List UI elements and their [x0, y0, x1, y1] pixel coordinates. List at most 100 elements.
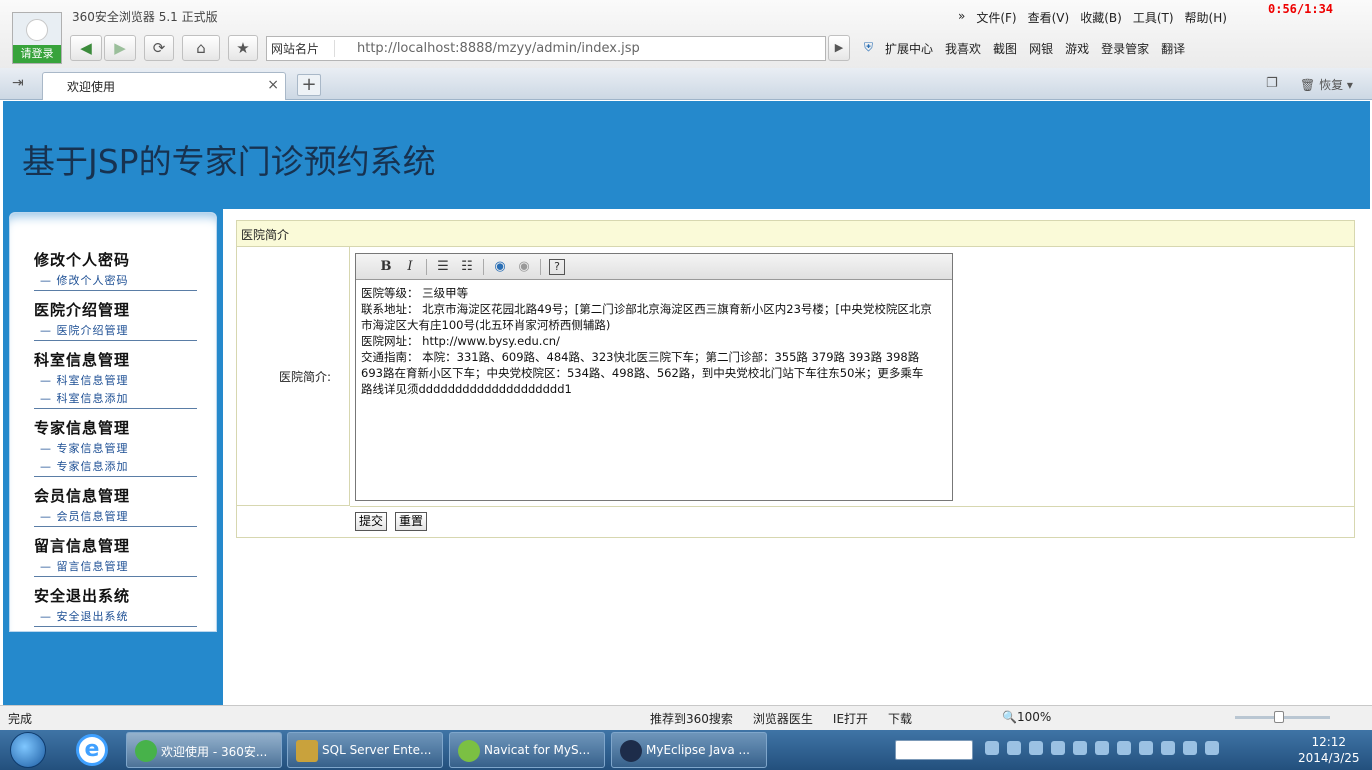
refresh-button[interactable]: ⟳	[144, 35, 174, 61]
sidebar-toggle-icon[interactable]: ⇥	[12, 75, 24, 91]
status-download[interactable]: 下载	[888, 710, 912, 727]
menu-file[interactable]: 文件(F)	[976, 9, 1016, 26]
user-avatar[interactable]: 请登录	[12, 12, 62, 64]
sidebar-item-department-add[interactable]: 科室信息添加	[34, 390, 197, 406]
editor-line: 交通指南： 本院：331路、609路、484路、323快北医三院下车；第二门诊部…	[361, 350, 924, 396]
keyboard-icon[interactable]	[985, 741, 999, 755]
unlink-icon[interactable]: ◉	[516, 259, 532, 274]
back-arrow-icon: ◀	[80, 39, 92, 57]
login-button[interactable]: 请登录	[13, 45, 61, 63]
unordered-list-icon[interactable]: ☷	[459, 259, 475, 274]
taskbar-window-sqlserver[interactable]: SQL Server Ente...	[287, 732, 443, 768]
toolbar-games[interactable]: 游戏	[1065, 40, 1089, 57]
address-bar[interactable]: 网站名片 http://localhost:8888/mzyy/admin/in…	[266, 36, 826, 61]
forward-button[interactable]: ▶	[104, 35, 136, 61]
rich-text-editor[interactable]: B I ☰ ☷ ◉ ◉ ? 医院等级： 三级甲等 联系地址： 北京市海淀区花园北…	[355, 253, 953, 501]
status-ie-open[interactable]: IE打开	[833, 710, 868, 727]
window-icon[interactable]: ❐	[1266, 76, 1278, 91]
status-recommend-search[interactable]: 推荐到360搜索	[650, 710, 733, 727]
divider	[34, 340, 197, 341]
search-icon[interactable]	[1205, 741, 1219, 755]
toolbar-screenshot[interactable]: 截图	[993, 40, 1017, 57]
address-input[interactable]: http://localhost:8888/mzyy/admin/index.j…	[335, 41, 640, 56]
menu-favorites[interactable]: 收藏(B)	[1080, 9, 1122, 26]
avatar-icon	[26, 19, 48, 41]
panel-title: 医院简介	[237, 221, 1354, 247]
tray-app-icon[interactable]	[1051, 741, 1065, 755]
field-label: 医院简介:	[279, 370, 332, 384]
network-icon[interactable]	[1161, 741, 1175, 755]
shield-icon[interactable]: ⛨	[864, 40, 873, 57]
qq-icon[interactable]	[1029, 741, 1043, 755]
taskbar-window-myeclipse[interactable]: MyEclipse Java ...	[611, 732, 767, 768]
divider	[34, 476, 197, 477]
close-icon[interactable]: ×	[267, 77, 279, 93]
toolbar-bank[interactable]: 网银	[1029, 40, 1053, 57]
tray-app-icon[interactable]	[1007, 741, 1021, 755]
tab-welcome[interactable]: 欢迎使用 ×	[42, 72, 286, 100]
back-button[interactable]: ◀	[70, 35, 102, 61]
trash-icon: 🗑	[1300, 78, 1316, 92]
toolbar-extensions[interactable]: 扩展中心	[885, 40, 933, 57]
divider	[350, 506, 1354, 507]
taskbar-label: Navicat for MyS...	[484, 743, 591, 757]
new-tab-button[interactable]: +	[297, 74, 321, 96]
sidebar-heading: 会员信息管理	[34, 487, 131, 505]
editor-toolbar: B I ☰ ☷ ◉ ◉ ?	[356, 254, 952, 280]
play-icon: ▶	[834, 41, 844, 54]
sidebar-item-department-list[interactable]: 科室信息管理	[34, 372, 197, 388]
sidebar-item-member-list[interactable]: 会员信息管理	[34, 508, 197, 524]
toolbar-favorites[interactable]: 我喜欢	[945, 40, 981, 57]
menu-help[interactable]: 帮助(H)	[1185, 9, 1227, 26]
tray-app-icon[interactable]	[1183, 741, 1197, 755]
taskbar-clock[interactable]: 12:12 2014/3/25	[1298, 734, 1360, 766]
sidebar-item-expert-add[interactable]: 专家信息添加	[34, 458, 197, 474]
sidebar-group-member: 会员信息管理 会员信息管理	[34, 485, 197, 527]
sidebar-item-logout[interactable]: 安全退出系统	[34, 608, 197, 624]
home-button[interactable]: ⌂	[182, 35, 220, 61]
divider	[34, 408, 197, 409]
sidebar-heading: 专家信息管理	[34, 419, 131, 437]
ordered-list-icon[interactable]: ☰	[435, 259, 451, 274]
sidebar-group-expert: 专家信息管理 专家信息管理 专家信息添加	[34, 417, 197, 477]
toolbar-translate[interactable]: 翻译	[1161, 40, 1185, 57]
sidebar-item-expert-list[interactable]: 专家信息管理	[34, 440, 197, 456]
navicat-icon	[458, 740, 480, 762]
restore-button[interactable]: 🗑 恢复 ▾	[1300, 76, 1353, 93]
tray-app-icon[interactable]	[1073, 741, 1087, 755]
italic-icon[interactable]: I	[402, 259, 418, 274]
help-icon[interactable]: ?	[549, 258, 565, 275]
status-browser-doctor[interactable]: 浏览器医生	[753, 710, 813, 727]
menu-view[interactable]: 查看(V)	[1028, 9, 1070, 26]
reset-button[interactable]: 重置	[395, 512, 428, 531]
favorite-button[interactable]: ★	[228, 35, 258, 61]
taskbar-window-navicat[interactable]: Navicat for MyS...	[449, 732, 605, 768]
sidebar-item-change-password[interactable]: 修改个人密码	[34, 272, 197, 288]
sidebar-item-hospital-intro[interactable]: 医院介绍管理	[34, 322, 197, 338]
system-tray	[985, 741, 1219, 755]
editor-content[interactable]: 医院等级： 三级甲等 联系地址： 北京市海淀区花园北路49号；[第二门诊部北京海…	[361, 285, 933, 397]
forward-arrow-icon: ▶	[114, 39, 126, 57]
zoom-slider-handle[interactable]	[1274, 711, 1284, 723]
toolbar-login-manager[interactable]: 登录管家	[1101, 40, 1149, 57]
chevron-right-icon[interactable]: »	[958, 9, 965, 26]
start-button[interactable]	[10, 732, 46, 768]
submit-button[interactable]: 提交	[355, 512, 388, 531]
taskbar-window-browser[interactable]: 欢迎使用 - 360安...	[126, 732, 282, 768]
tray-search-input[interactable]	[895, 740, 973, 760]
menu-tools[interactable]: 工具(T)	[1133, 9, 1174, 26]
shield-icon[interactable]	[1117, 741, 1131, 755]
bold-icon[interactable]: B	[378, 259, 394, 274]
link-icon[interactable]: ◉	[492, 259, 508, 274]
ie-icon[interactable]: e	[76, 734, 108, 766]
tray-app-icon[interactable]	[1095, 741, 1109, 755]
sidebar-item-message-list[interactable]: 留言信息管理	[34, 558, 197, 574]
clock-time: 12:12	[1311, 735, 1347, 749]
taskbar-label: MyEclipse Java ...	[646, 743, 750, 757]
address-go-button[interactable]: ▶	[828, 35, 850, 61]
refresh-icon: ⟳	[152, 39, 166, 57]
site-title: 基于JSP的专家门诊预约系统	[22, 142, 436, 181]
site-card-menu[interactable]: 网站名片	[267, 40, 335, 57]
volume-icon[interactable]	[1139, 741, 1153, 755]
magnifier-icon[interactable]: 🔍100%	[1002, 710, 1051, 727]
